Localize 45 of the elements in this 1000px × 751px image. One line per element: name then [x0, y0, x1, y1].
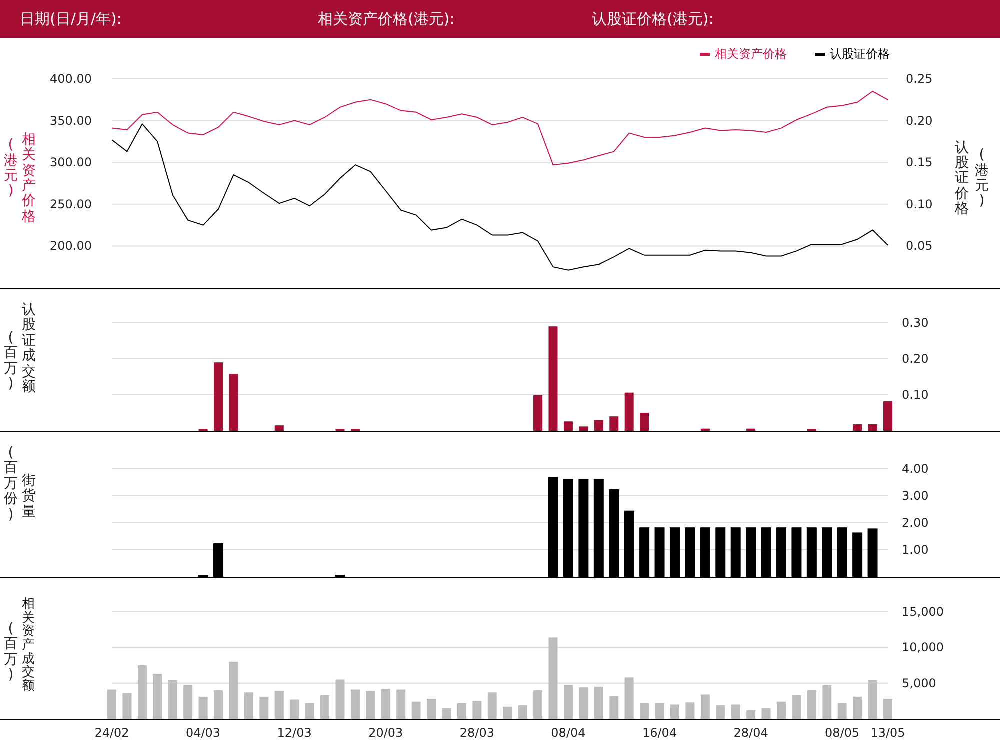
x-axis-label: 12/03	[277, 726, 312, 740]
axis-title: 街货量	[22, 474, 36, 522]
y-axis-label: 200.00	[50, 239, 92, 254]
axis-title: (百万)	[4, 331, 18, 394]
x-axis-label: 20/03	[368, 726, 404, 740]
y-axis-label: 0.25	[906, 72, 933, 86]
x-axis-label: 16/04	[642, 726, 678, 740]
x-axis-label: 08/05	[825, 726, 860, 740]
y-axis-label: 300.00	[50, 156, 92, 170]
axis-title: (港元)	[975, 148, 989, 210]
y-axis-label: 250.00	[50, 197, 92, 212]
y-axis-label: 350.00	[50, 114, 92, 128]
legend-label: 认股证价格	[830, 46, 890, 62]
axis-title: (百万)	[4, 622, 18, 686]
axis-title: 认股证成交额	[22, 303, 36, 397]
y-axis-label: 1.00	[902, 543, 929, 557]
y-axis-label: 5,000	[902, 676, 936, 690]
axis-title: 认股证价格	[955, 140, 969, 218]
y-axis-label: 0.05	[906, 239, 933, 254]
x-axis-label: 28/04	[734, 726, 768, 740]
y-axis-label: 0.10	[902, 388, 929, 402]
y-axis-label: 15,000	[902, 605, 944, 619]
axis-title: 相关资产成交额	[22, 598, 35, 696]
axis-title: (港元)	[4, 138, 18, 200]
header-label: 认股证价格(港元):	[592, 10, 714, 28]
y-axis-label: 0.30	[902, 316, 929, 330]
x-axis-label: 04/03	[186, 726, 221, 740]
header-label: 相关资产价格(港元):	[318, 10, 456, 28]
y-axis-label: 0.15	[906, 156, 933, 170]
x-axis-label: 08/04	[551, 726, 586, 740]
x-axis-label: 13/05	[870, 726, 906, 740]
axis-title: 相关资产价格	[22, 132, 36, 226]
y-axis-label: 400.00	[50, 72, 92, 86]
y-axis-label: 3.00	[902, 489, 929, 503]
y-axis-label: 0.20	[906, 114, 933, 128]
legend-label: 相关资产价格	[715, 46, 787, 62]
y-axis-label: 2.00	[902, 516, 929, 530]
y-axis-label: 0.10	[906, 197, 933, 212]
header-label: 日期(日/月/年):	[20, 10, 123, 28]
y-axis-label: 10,000	[902, 640, 944, 655]
y-axis-label: 4.00	[902, 462, 929, 476]
axis-title: (百万份)	[4, 446, 18, 525]
y-axis-label: 0.20	[902, 352, 929, 366]
x-axis-label: 28/03	[460, 726, 494, 740]
x-axis-label: 24/02	[94, 726, 130, 740]
